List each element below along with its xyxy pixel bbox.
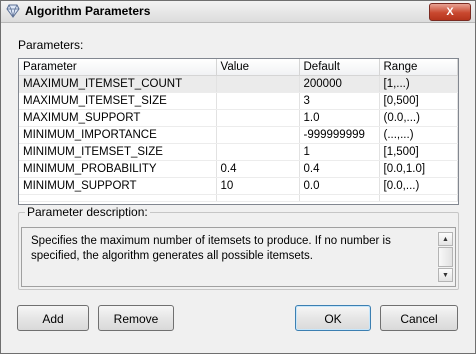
- add-button[interactable]: Add: [17, 305, 89, 331]
- parameter-description-text: Specifies the maximum number of itemsets…: [31, 235, 391, 262]
- parameter-range-cell: [0.0,1.0]: [379, 160, 458, 178]
- parameter-default-cell: 1: [299, 143, 380, 161]
- parameter-default-cell: 3: [299, 92, 380, 110]
- parameter-range-cell: [1,...): [379, 75, 458, 93]
- ok-button[interactable]: OK: [295, 305, 371, 331]
- parameter-range-cell: [0,500]: [379, 92, 458, 110]
- title-bar[interactable]: Algorithm Parameters X: [1, 1, 475, 23]
- window-title: Algorithm Parameters: [25, 4, 151, 18]
- close-button[interactable]: X: [429, 3, 471, 21]
- parameter-description-label: Parameter description:: [25, 205, 150, 219]
- scroll-up-button[interactable]: ▲: [438, 232, 453, 246]
- close-icon: X: [446, 6, 454, 18]
- arrow-down-icon: ▼: [442, 272, 449, 279]
- diamond-icon: [6, 4, 20, 18]
- parameter-default-cell: 0.4: [299, 160, 380, 178]
- parameter-range-cell: [0.0,...): [379, 177, 458, 195]
- table-row[interactable]: MINIMUM_SUPPORT 10 0.0 [0.0,...): [19, 177, 458, 195]
- parameters-label: Parameters:: [18, 38, 84, 52]
- parameter-default-cell: 200000: [299, 75, 380, 93]
- parameter-default-cell: -999999999: [299, 126, 380, 144]
- parameter-name-cell: MINIMUM_ITEMSET_SIZE: [19, 143, 217, 161]
- table-row[interactable]: MAXIMUM_ITEMSET_SIZE 3 [0,500]: [19, 92, 458, 110]
- parameter-name-cell: MINIMUM_PROBABILITY: [19, 160, 217, 178]
- arrow-up-icon: ▲: [442, 236, 449, 243]
- parameter-value-cell[interactable]: [216, 143, 300, 161]
- table-row[interactable]: MINIMUM_ITEMSET_SIZE 1 [1,500]: [19, 143, 458, 161]
- parameter-value-cell[interactable]: 0.4: [216, 160, 300, 178]
- parameters-grid: Parameter Value Default Range MAXIMUM_IT…: [18, 58, 459, 205]
- algorithm-parameters-dialog: Algorithm Parameters X Parameters: Param…: [0, 0, 476, 354]
- parameter-value-cell[interactable]: [216, 126, 300, 144]
- parameter-description-box: Specifies the maximum number of itemsets…: [21, 227, 456, 287]
- parameter-description-group: Parameter description: Specifies the max…: [18, 205, 459, 290]
- parameter-name-cell: MAXIMUM_SUPPORT: [19, 109, 217, 127]
- table-row[interactable]: MINIMUM_PROBABILITY 0.4 0.4 [0.0,1.0]: [19, 160, 458, 178]
- scroll-thumb[interactable]: [438, 247, 453, 267]
- scroll-down-button[interactable]: ▼: [438, 268, 453, 282]
- column-header-default[interactable]: Default: [299, 59, 380, 76]
- description-scrollbar[interactable]: ▲ ▼: [437, 229, 454, 285]
- table-row[interactable]: MAXIMUM_SUPPORT 1.0 (0.0,...): [19, 109, 458, 127]
- parameter-name-cell: MAXIMUM_ITEMSET_COUNT: [19, 75, 217, 93]
- parameter-name-cell: MINIMUM_IMPORTANCE: [19, 126, 217, 144]
- remove-button[interactable]: Remove: [98, 305, 174, 331]
- parameter-value-cell[interactable]: [216, 92, 300, 110]
- empty-row: [19, 194, 458, 202]
- cancel-button[interactable]: Cancel: [380, 305, 458, 331]
- table-row[interactable]: MAXIMUM_ITEMSET_COUNT 200000 [1,...): [19, 75, 458, 93]
- parameter-name-cell: MAXIMUM_ITEMSET_SIZE: [19, 92, 217, 110]
- parameter-value-cell[interactable]: [216, 75, 300, 93]
- parameter-name-cell: MINIMUM_SUPPORT: [19, 177, 217, 195]
- parameter-range-cell: [1,500]: [379, 143, 458, 161]
- column-header-range[interactable]: Range: [379, 59, 458, 76]
- grid-header-row: Parameter Value Default Range: [19, 59, 458, 76]
- column-header-value[interactable]: Value: [216, 59, 300, 76]
- column-header-parameter[interactable]: Parameter: [19, 59, 217, 76]
- parameter-value-cell[interactable]: 10: [216, 177, 300, 195]
- parameter-range-cell: (...,...): [379, 126, 458, 144]
- parameter-default-cell: 1.0: [299, 109, 380, 127]
- parameter-range-cell: (0.0,...): [379, 109, 458, 127]
- parameter-default-cell: 0.0: [299, 177, 380, 195]
- parameter-value-cell[interactable]: [216, 109, 300, 127]
- table-row[interactable]: MINIMUM_IMPORTANCE -999999999 (...,...): [19, 126, 458, 144]
